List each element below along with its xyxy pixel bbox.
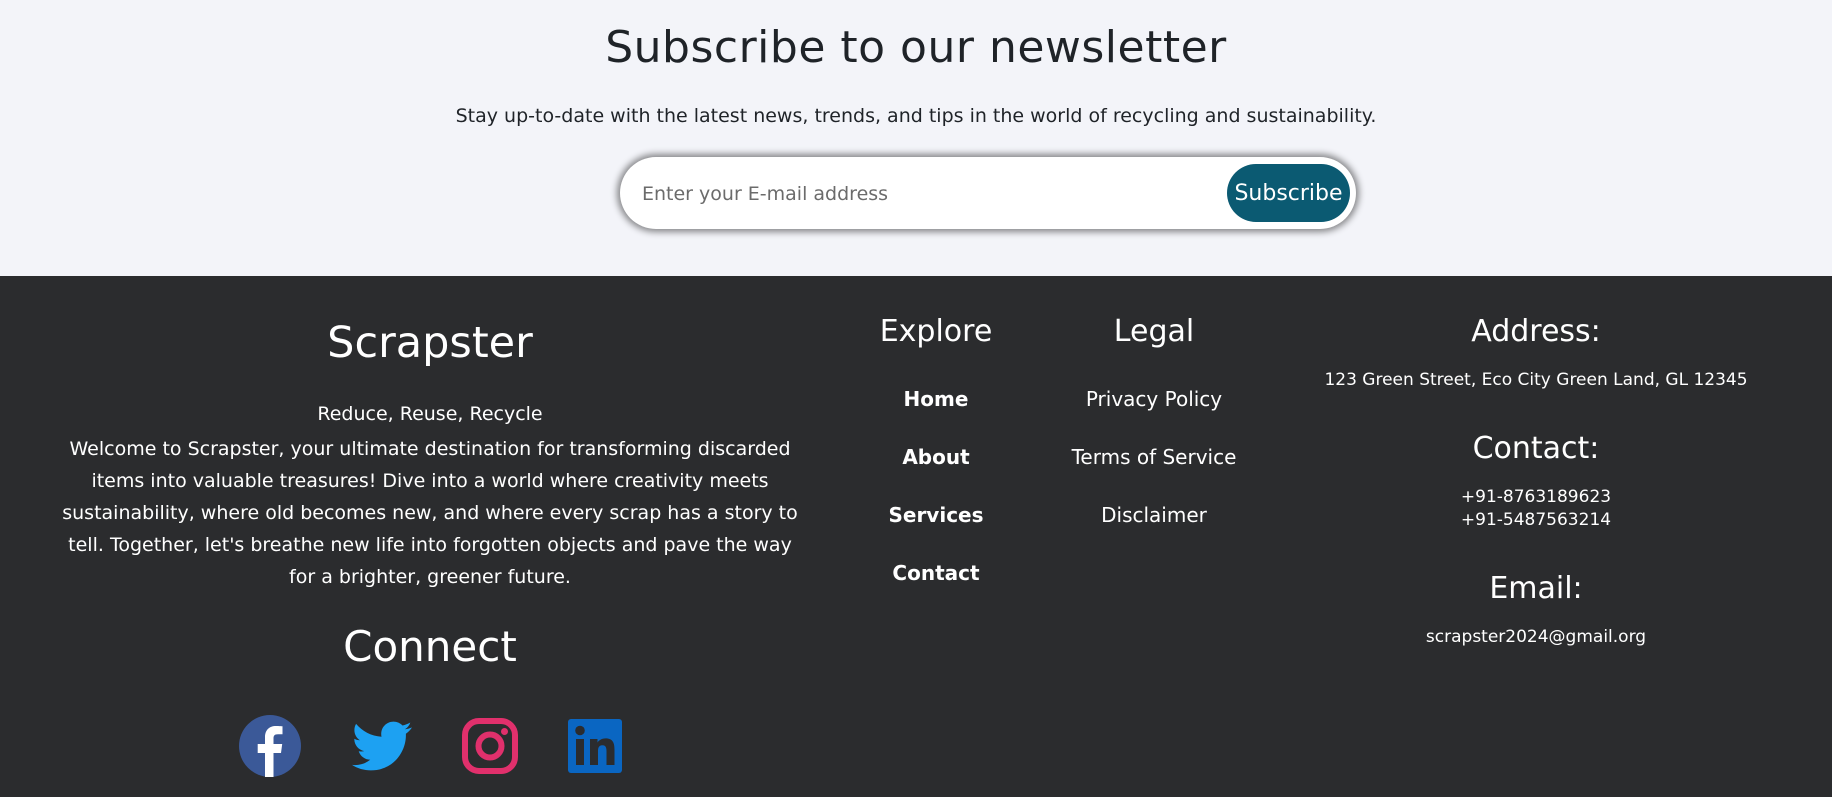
contact-title: Contact: xyxy=(1472,431,1600,466)
connect-title: Connect xyxy=(343,622,517,671)
facebook-icon[interactable] xyxy=(238,714,302,778)
footer-link-privacy-policy[interactable]: Privacy Policy xyxy=(1054,387,1254,411)
email-address: scrapster2024@gmail.org xyxy=(1425,627,1647,647)
address-text: 123 Green Street, Eco City Green Land, G… xyxy=(1324,370,1748,390)
footer-link-about[interactable]: About xyxy=(866,445,1006,469)
brand-tagline: Reduce, Reuse, Recycle xyxy=(317,403,543,425)
subscribe-button[interactable]: Subscribe xyxy=(1227,164,1350,222)
footer-link-terms-of-service[interactable]: Terms of Service xyxy=(1054,445,1254,469)
phone-number: +91-5487563214 xyxy=(1460,510,1612,530)
email-input[interactable] xyxy=(640,171,1224,217)
brand-name: Scrapster xyxy=(327,318,533,368)
newsletter-section: Subscribe to our newsletter Stay up-to-d… xyxy=(0,0,1832,276)
address-title: Address: xyxy=(1471,314,1601,349)
phone-number: +91-8763189623 xyxy=(1460,487,1612,507)
site-footer: Scrapster Reduce, Reuse, Recycle Welcome… xyxy=(0,276,1832,797)
brand-description: Welcome to Scrapster, your ultimate dest… xyxy=(62,438,798,588)
footer-link-contact[interactable]: Contact xyxy=(866,561,1006,585)
explore-title: Explore xyxy=(879,314,993,349)
legal-title: Legal xyxy=(1113,314,1195,349)
newsletter-subtitle: Stay up-to-date with the latest news, tr… xyxy=(455,105,1377,127)
twitter-icon[interactable] xyxy=(350,714,414,778)
newsletter-form: Subscribe xyxy=(620,157,1356,229)
footer-link-disclaimer[interactable]: Disclaimer xyxy=(1054,503,1254,527)
footer-link-home[interactable]: Home xyxy=(866,387,1006,411)
linkedin-icon[interactable] xyxy=(563,714,627,778)
newsletter-title: Subscribe to our newsletter xyxy=(605,22,1227,73)
instagram-icon[interactable] xyxy=(458,714,522,778)
email-title: Email: xyxy=(1489,571,1583,606)
footer-link-services[interactable]: Services xyxy=(866,503,1006,527)
